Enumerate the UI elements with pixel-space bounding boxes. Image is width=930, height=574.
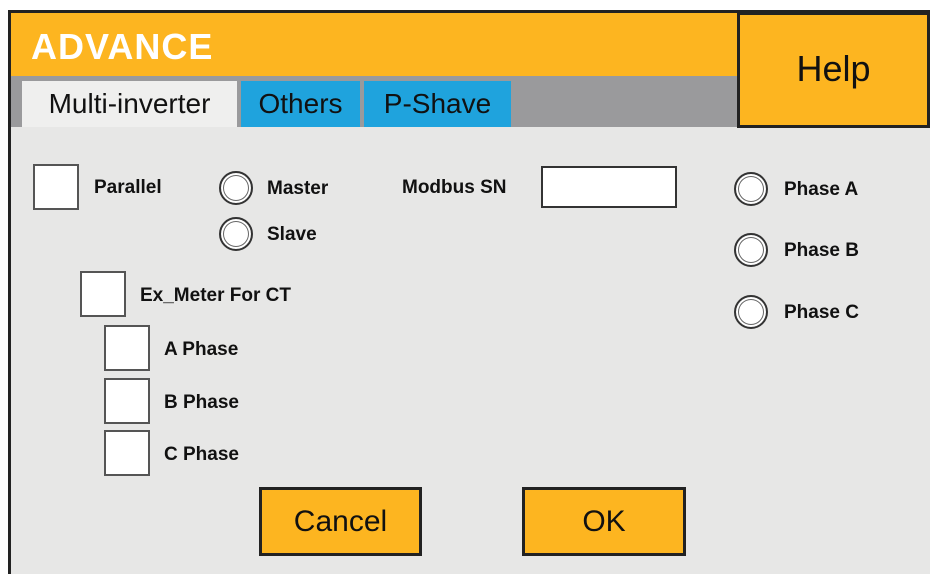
parallel-label: Parallel [94, 177, 162, 198]
c-phase-label: C Phase [164, 444, 239, 465]
slave-radio[interactable] [219, 217, 253, 251]
phase-c-label: Phase C [784, 302, 859, 323]
b-phase-checkbox[interactable] [104, 378, 150, 424]
help-button[interactable]: Help [737, 12, 930, 128]
title-bar: ADVANCE [11, 13, 737, 76]
b-phase-label: B Phase [164, 392, 239, 413]
phase-a-label: Phase A [784, 179, 859, 200]
modbus-sn-label: Modbus SN [402, 177, 507, 198]
parallel-checkbox[interactable] [33, 164, 79, 210]
phase-a-radio[interactable] [734, 172, 768, 206]
slave-label: Slave [267, 224, 317, 245]
cancel-button[interactable]: Cancel [259, 487, 422, 556]
tab-p-shave[interactable]: P-Shave [364, 81, 511, 127]
ok-button[interactable]: OK [522, 487, 686, 556]
tab-multi-inverter[interactable]: Multi-inverter [22, 81, 237, 127]
c-phase-checkbox[interactable] [104, 430, 150, 476]
master-radio[interactable] [219, 171, 253, 205]
a-phase-label: A Phase [164, 339, 239, 360]
phase-b-label: Phase B [784, 240, 859, 261]
dialog-title: ADVANCE [31, 26, 214, 67]
tab-strip: Multi-inverter Others P-Shave [11, 76, 737, 127]
tab-others[interactable]: Others [241, 81, 360, 127]
ex-meter-checkbox[interactable] [80, 271, 126, 317]
a-phase-checkbox[interactable] [104, 325, 150, 371]
master-label: Master [267, 178, 329, 199]
phase-c-radio[interactable] [734, 295, 768, 329]
modbus-sn-input[interactable] [541, 166, 677, 208]
phase-b-radio[interactable] [734, 233, 768, 267]
ex-meter-label: Ex_Meter For CT [140, 285, 291, 306]
